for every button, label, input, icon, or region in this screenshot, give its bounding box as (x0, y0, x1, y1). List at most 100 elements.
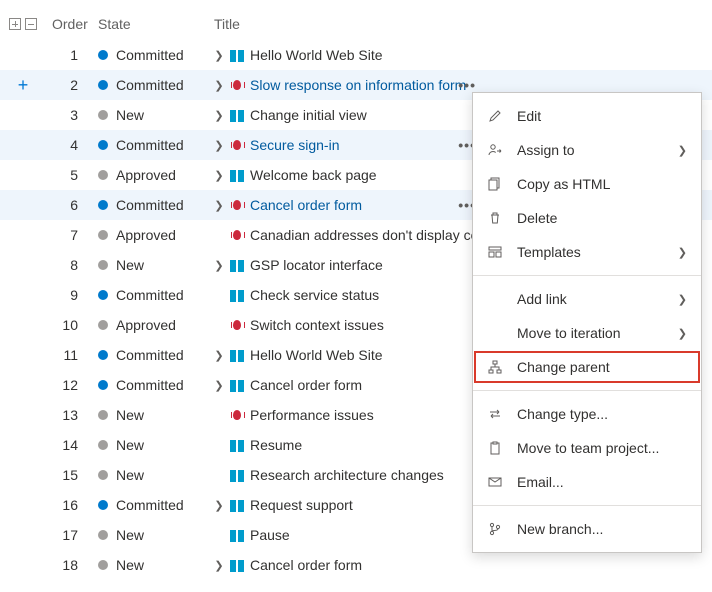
expand-chevron-icon[interactable]: ❯ (214, 259, 224, 272)
work-item-title[interactable]: Cancel order form (250, 557, 362, 573)
menu-change-parent[interactable]: Change parent (473, 350, 701, 384)
bug-icon (230, 78, 244, 92)
work-item-title[interactable]: Hello World Web Site (250, 47, 383, 63)
menu-divider (473, 275, 701, 276)
pbi-icon (230, 50, 244, 62)
bug-icon (230, 408, 244, 422)
menu-divider (473, 390, 701, 391)
order-number: 9 (46, 280, 92, 310)
state-dot-icon (98, 440, 108, 450)
menu-change-type[interactable]: Change type... (473, 397, 701, 431)
expand-chevron-icon[interactable]: ❯ (214, 49, 224, 62)
order-number: 3 (46, 100, 92, 130)
menu-move-to-team-project[interactable]: Move to team project... (473, 431, 701, 465)
state-label: New (116, 527, 144, 543)
pbi-icon (230, 500, 244, 512)
work-item-title[interactable]: Hello World Web Site (250, 347, 383, 363)
column-header-title[interactable]: Title (208, 12, 712, 36)
order-number: 7 (46, 220, 92, 250)
order-number: 5 (46, 160, 92, 190)
state-label: Committed (116, 47, 184, 63)
state-label: Committed (116, 377, 184, 393)
branch-icon (487, 521, 503, 537)
state-cell: New (92, 520, 208, 550)
title-cell[interactable]: ❯ Cancel order form (208, 550, 712, 580)
order-number: 16 (46, 490, 92, 520)
expand-chevron-icon[interactable]: ❯ (214, 79, 224, 92)
expand-chevron-icon[interactable]: ❯ (214, 349, 224, 362)
expand-all-icon[interactable] (9, 18, 21, 30)
order-number: 14 (46, 430, 92, 460)
work-item-title[interactable]: GSP locator interface (250, 257, 383, 273)
work-item-title[interactable]: Switch context issues (250, 317, 384, 333)
collapse-all-icon[interactable] (25, 18, 37, 30)
pbi-icon (230, 290, 244, 302)
pbi-icon (230, 260, 244, 272)
state-cell: Committed (92, 190, 208, 220)
expand-chevron-icon[interactable]: ❯ (214, 559, 224, 572)
state-label: Committed (116, 137, 184, 153)
state-cell: New (92, 400, 208, 430)
pencil-icon (487, 108, 503, 124)
work-item-title[interactable]: Cancel order form (250, 197, 362, 213)
backlog-row[interactable]: 1Committed❯Hello World Web Site (0, 40, 712, 70)
order-number: 10 (46, 310, 92, 340)
work-item-title[interactable]: Request support (250, 497, 353, 513)
menu-edit[interactable]: Edit (473, 99, 701, 133)
work-item-title[interactable]: Research architecture changes (250, 467, 444, 483)
state-dot-icon (98, 170, 108, 180)
state-label: New (116, 557, 144, 573)
work-item-title[interactable]: Check service status (250, 287, 379, 303)
blank-icon (487, 325, 503, 341)
state-label: New (116, 467, 144, 483)
state-label: New (116, 107, 144, 123)
menu-add-link[interactable]: Add link ❯ (473, 282, 701, 316)
work-item-title[interactable]: Secure sign-in (250, 137, 340, 153)
state-cell: Committed (92, 130, 208, 160)
work-item-title[interactable]: Change initial view (250, 107, 367, 123)
state-dot-icon (98, 320, 108, 330)
order-number: 15 (46, 460, 92, 490)
context-menu: Edit Assign to ❯ Copy as HTML Delete T (472, 92, 702, 553)
state-dot-icon (98, 80, 108, 90)
person-arrow-icon (487, 142, 503, 158)
menu-templates-label: Templates (517, 244, 664, 260)
menu-assign-to[interactable]: Assign to ❯ (473, 133, 701, 167)
menu-copy-html[interactable]: Copy as HTML (473, 167, 701, 201)
state-dot-icon (98, 470, 108, 480)
expand-chevron-icon[interactable]: ❯ (214, 169, 224, 182)
expand-chevron-icon[interactable]: ❯ (214, 199, 224, 212)
menu-move-to-iteration[interactable]: Move to iteration ❯ (473, 316, 701, 350)
order-number: 18 (46, 550, 92, 580)
work-item-title[interactable]: Cancel order form (250, 377, 362, 393)
menu-copy-html-label: Copy as HTML (517, 176, 687, 192)
expand-chevron-icon[interactable]: ❯ (214, 379, 224, 392)
state-cell: Committed (92, 340, 208, 370)
state-cell: New (92, 460, 208, 490)
title-cell[interactable]: ❯ Hello World Web Site (208, 40, 712, 70)
menu-delete[interactable]: Delete (473, 201, 701, 235)
menu-templates[interactable]: Templates ❯ (473, 235, 701, 269)
work-item-title[interactable]: Performance issues (250, 407, 374, 423)
state-cell: Committed (92, 280, 208, 310)
state-dot-icon (98, 110, 108, 120)
state-label: Committed (116, 497, 184, 513)
column-header-order[interactable]: Order (46, 12, 92, 36)
column-header-state[interactable]: State (92, 12, 208, 36)
expand-chevron-icon[interactable]: ❯ (214, 139, 224, 152)
expand-chevron-icon[interactable]: ❯ (214, 109, 224, 122)
state-cell: Committed (92, 490, 208, 520)
work-item-title[interactable]: Pause (250, 527, 290, 543)
menu-email-label: Email... (517, 474, 687, 490)
add-row-icon[interactable]: + (6, 75, 40, 96)
expand-chevron-icon[interactable]: ❯ (214, 499, 224, 512)
menu-email[interactable]: Email... (473, 465, 701, 499)
state-cell: Committed (92, 370, 208, 400)
backlog-row[interactable]: 18 New ❯ Cancel order form (0, 550, 712, 580)
menu-new-branch[interactable]: New branch... (473, 512, 701, 546)
work-item-title[interactable]: Resume (250, 437, 302, 453)
work-item-title[interactable]: Slow response on information form (250, 77, 466, 93)
copy-icon (487, 176, 503, 192)
work-item-title[interactable]: Welcome back page (250, 167, 377, 183)
state-cell: Approved (92, 160, 208, 190)
